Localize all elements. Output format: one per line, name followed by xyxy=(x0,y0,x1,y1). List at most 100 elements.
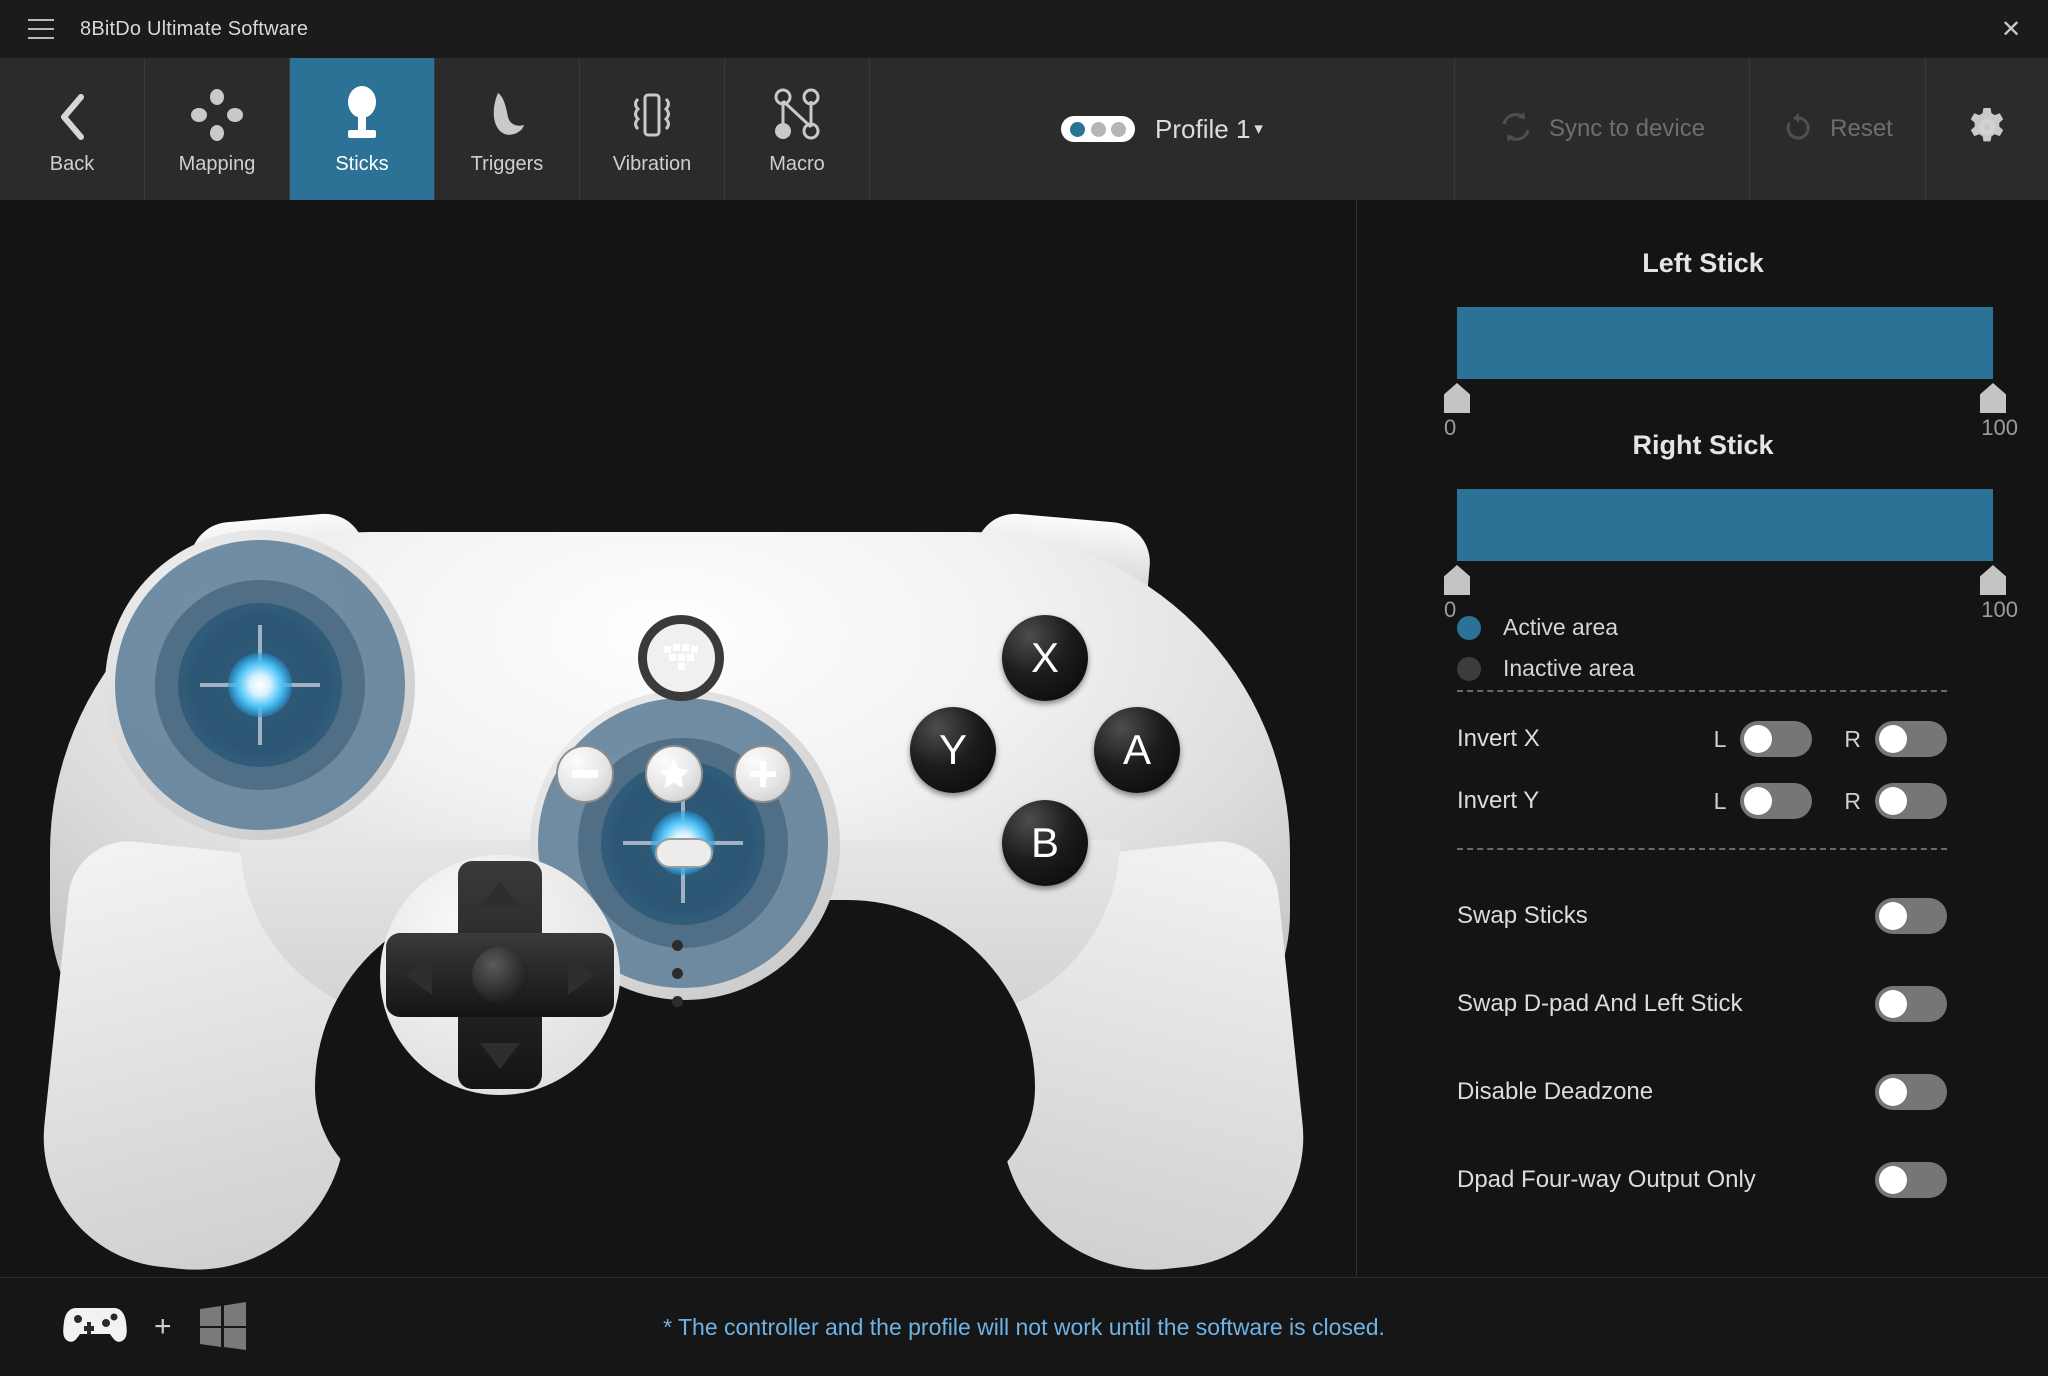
status-bar: + * The controller and the profile will … xyxy=(0,1277,2048,1376)
controller-illustration: X Y A B xyxy=(0,200,1355,1276)
home-heart-icon xyxy=(664,644,698,670)
profile-area: Profile 1 ▾ xyxy=(870,58,1455,200)
right-stick-max-label: 100 xyxy=(1981,597,2018,622)
star-button[interactable] xyxy=(645,745,703,803)
home-button[interactable] xyxy=(638,615,724,701)
face-button-x[interactable]: X xyxy=(1002,615,1088,701)
dpad[interactable] xyxy=(380,855,620,1095)
invert-section: Invert X L R Invert Y L R xyxy=(1457,708,1947,832)
face-button-label: X xyxy=(1030,634,1059,681)
left-stick-innerring xyxy=(178,603,342,767)
swap-dpad-left-stick-toggle[interactable] xyxy=(1875,986,1947,1022)
tab-mapping[interactable]: Mapping xyxy=(145,58,290,200)
options-section: Swap Sticks Swap D-pad And Left Stick Di… xyxy=(1457,872,1947,1224)
divider-top xyxy=(1457,690,1947,692)
joystick-icon xyxy=(339,83,385,141)
app-window: 8BitDo Ultimate Software ✕ Back Mapping xyxy=(0,0,2048,1376)
dpad-right-arrow xyxy=(568,955,594,995)
invert-x-left-toggle[interactable] xyxy=(1740,721,1813,757)
left-stick-section: Left Stick 0 100 xyxy=(1357,248,2048,440)
minus-button[interactable] xyxy=(556,745,614,803)
profile-name: Profile 1 xyxy=(1155,113,1251,144)
tab-label: Mapping xyxy=(178,152,256,175)
tab-label: Back xyxy=(49,152,95,175)
left-stick-overlay[interactable] xyxy=(115,540,405,830)
left-stick-title: Left Stick xyxy=(1642,248,1764,278)
legend-item-active: Active area xyxy=(1457,614,1957,641)
legend-label: Active area xyxy=(1503,614,1619,640)
tab-vibration[interactable]: Vibration xyxy=(580,58,725,200)
option-dpad-four-way: Dpad Four-way Output Only xyxy=(1457,1136,1947,1224)
dpad-down-arrow xyxy=(480,1043,520,1069)
legend-label: Inactive area xyxy=(1503,655,1635,681)
close-icon[interactable]: ✕ xyxy=(1974,0,2048,58)
right-stick-min-label: 0 xyxy=(1444,597,1457,622)
legend-item-inactive: Inactive area xyxy=(1457,655,1957,682)
tab-triggers[interactable]: Triggers xyxy=(435,58,580,200)
option-swap-dpad-left-stick: Swap D-pad And Left Stick xyxy=(1457,960,1947,1048)
legend: Active area Inactive area xyxy=(1457,600,1957,682)
tab-macro[interactable]: Macro xyxy=(725,58,870,200)
dpad-center xyxy=(472,947,528,1003)
hamburger-icon[interactable] xyxy=(28,19,54,39)
chevron-down-icon: ▾ xyxy=(1254,119,1263,138)
inactive-area-swatch xyxy=(1457,656,1481,681)
dpad-up-arrow xyxy=(480,881,520,907)
dpad-left-arrow xyxy=(406,955,432,995)
app-title: 8BitDo Ultimate Software xyxy=(80,17,309,40)
right-stick-title: Right Stick xyxy=(1632,430,1774,460)
capture-button[interactable] xyxy=(655,838,713,868)
invert-y-left-toggle[interactable] xyxy=(1740,783,1813,819)
tab-back[interactable]: Back xyxy=(0,58,145,200)
invert-x-row: Invert X L R xyxy=(1457,708,1947,770)
dpad-four-way-toggle[interactable] xyxy=(1875,1162,1947,1198)
led-3 xyxy=(672,996,683,1007)
sync-label: Sync to device xyxy=(1548,115,1706,142)
invert-x-right-toggle[interactable] xyxy=(1875,721,1947,757)
option-label: Dpad Four-way Output Only xyxy=(1457,1166,1756,1193)
profile-dot-1 xyxy=(1069,121,1085,137)
title-bar: 8BitDo Ultimate Software ✕ xyxy=(0,0,2048,58)
left-stick-active-track xyxy=(1457,307,1993,379)
face-button-b[interactable]: B xyxy=(1002,800,1088,886)
option-label: Swap D-pad And Left Stick xyxy=(1457,990,1743,1017)
reset-button[interactable]: Reset xyxy=(1750,58,1926,200)
sync-to-device-button[interactable]: Sync to device xyxy=(1455,58,1750,200)
profile-dot-3 xyxy=(1111,121,1127,137)
invert-y-left-tag: L xyxy=(1713,787,1727,814)
sync-icon xyxy=(1499,110,1533,149)
face-button-y[interactable]: Y xyxy=(910,707,996,793)
invert-y-label: Invert Y xyxy=(1457,787,1540,814)
left-stick-slider[interactable]: 0 100 xyxy=(1444,307,2018,440)
invert-x-left-tag: L xyxy=(1713,725,1727,752)
profile-selector[interactable]: Profile 1 ▾ xyxy=(1155,114,1263,145)
right-stick-active-track xyxy=(1457,489,1993,561)
face-button-a[interactable]: A xyxy=(1094,707,1180,793)
profile-indicator[interactable] xyxy=(1061,116,1136,142)
invert-y-row: Invert Y L R xyxy=(1457,770,1947,832)
divider-bottom xyxy=(1457,848,1947,850)
tab-sticks[interactable]: Sticks xyxy=(290,58,435,200)
plus-button[interactable] xyxy=(734,745,792,803)
tab-label: Sticks xyxy=(335,152,389,175)
face-button-label: Y xyxy=(938,726,967,773)
macro-node-icon xyxy=(772,83,822,141)
reset-label: Reset xyxy=(1830,115,1893,142)
option-disable-deadzone: Disable Deadzone xyxy=(1457,1048,1947,1136)
dpad-dots-icon xyxy=(191,83,243,141)
option-label: Swap Sticks xyxy=(1457,902,1588,929)
option-label: Disable Deadzone xyxy=(1457,1078,1654,1105)
settings-button[interactable] xyxy=(1926,58,2048,200)
led-2 xyxy=(672,968,683,979)
disable-deadzone-toggle[interactable] xyxy=(1875,1074,1947,1110)
tab-label: Triggers xyxy=(470,152,544,175)
controller-preview: X Y A B xyxy=(0,200,1355,1276)
undo-icon xyxy=(1782,111,1814,148)
settings-panel: Left Stick 0 100 Right Stick 0 100 Activ… xyxy=(1356,200,2048,1276)
status-note: * The controller and the profile will no… xyxy=(663,1313,1385,1340)
led-1 xyxy=(672,940,683,951)
invert-y-right-toggle[interactable] xyxy=(1875,783,1947,819)
invert-y-right-tag: R xyxy=(1844,787,1861,814)
vibration-icon xyxy=(624,83,680,141)
swap-sticks-toggle[interactable] xyxy=(1875,898,1947,934)
